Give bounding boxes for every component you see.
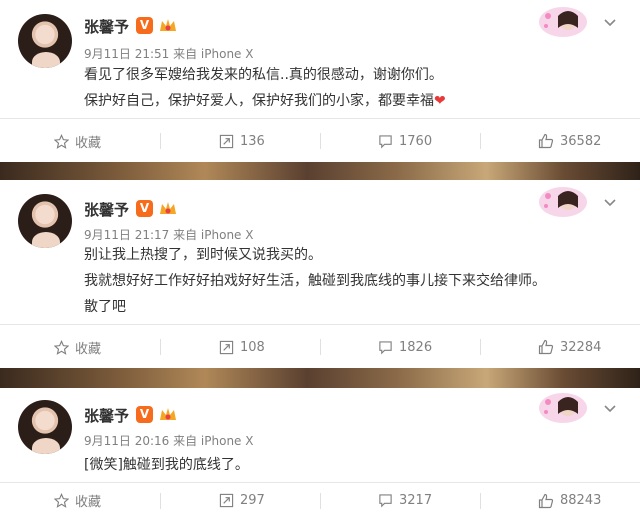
comment-icon <box>379 134 392 148</box>
collect-label: 收藏 <box>75 135 102 151</box>
divider <box>480 493 481 509</box>
post-line: 我就想好好工作好好拍戏好好生活，触碰到我底线的事儿接下来交给律师。 <box>84 273 546 289</box>
post-line: 别让我上热搜了，到时候又说我买的。 <box>84 247 322 263</box>
post-line: 保护好自己，保护好爱人，保护好我们的小家，都要幸福❤ <box>84 93 446 109</box>
comment-count: 1760 <box>399 133 433 149</box>
comment-icon <box>379 494 392 508</box>
decoration-avatar <box>539 7 587 37</box>
post-meta: 9月11日 21:51 来自 iPhone X <box>84 47 254 61</box>
avatar[interactable] <box>18 400 72 454</box>
like-icon <box>538 133 554 149</box>
post-3: 张馨予 V 9月11日 20:16 来自 iPhone X [微笑]触碰到我的底… <box>0 388 640 517</box>
action-bar: 收藏 136 1760 36582 <box>0 118 640 162</box>
comment-count: 3217 <box>399 493 433 508</box>
avatar[interactable] <box>18 14 72 68</box>
post-text: 看见了很多军嫂给我发来的私信..真的很感动，谢谢你们。 保护好自己，保护好爱人，… <box>84 62 446 114</box>
chevron-down-icon[interactable] <box>602 400 618 416</box>
divider <box>480 133 481 149</box>
crown-badge[interactable] <box>158 200 178 217</box>
post-meta: 9月11日 21:17 来自 iPhone X <box>84 228 254 242</box>
repost-count: 297 <box>240 493 265 508</box>
comment-button[interactable]: 3217 <box>378 483 432 517</box>
repost-button[interactable]: 297 <box>219 483 265 517</box>
repost-button[interactable]: 108 <box>219 325 265 369</box>
vip-badge[interactable]: V <box>136 406 153 423</box>
background-band <box>0 162 640 180</box>
like-icon <box>538 493 554 508</box>
comment-button[interactable]: 1760 <box>378 119 432 163</box>
divider <box>320 493 321 509</box>
collect-button[interactable]: 收藏 <box>54 325 101 369</box>
action-bar: 收藏 108 1826 32284 <box>0 324 640 368</box>
post-1: 张馨予 V 9月11日 21:51 来自 iPhone X 看见了很多军嫂给我发… <box>0 0 640 162</box>
divider <box>320 339 321 355</box>
like-count: 88243 <box>560 493 602 508</box>
like-count: 36582 <box>560 133 602 149</box>
divider <box>160 133 161 149</box>
repost-icon <box>219 493 234 508</box>
post-2: 张馨予 V 9月11日 21:17 来自 iPhone X 别让我上热搜了，到时… <box>0 180 640 368</box>
repost-icon <box>219 340 234 354</box>
collect-label: 收藏 <box>75 495 102 510</box>
crown-badge[interactable] <box>158 406 178 423</box>
post-line: [微笑]触碰到我的底线了。 <box>84 457 249 473</box>
comment-icon <box>379 340 392 354</box>
chevron-down-icon[interactable] <box>602 194 618 210</box>
post-meta: 9月11日 20:16 来自 iPhone X <box>84 434 254 448</box>
star-icon <box>54 493 69 508</box>
user-name[interactable]: 张馨予 <box>84 16 129 37</box>
collect-button[interactable]: 收藏 <box>54 119 101 163</box>
like-count: 32284 <box>560 339 602 355</box>
user-name[interactable]: 张馨予 <box>84 199 129 220</box>
heart-icon: ❤ <box>434 93 446 109</box>
vip-badge[interactable]: V <box>136 200 153 217</box>
like-icon <box>538 339 554 355</box>
star-icon <box>54 133 69 149</box>
background-band <box>0 368 640 388</box>
user-name[interactable]: 张馨予 <box>84 405 129 426</box>
crown-badge[interactable] <box>158 17 178 34</box>
like-button[interactable]: 88243 <box>538 483 601 517</box>
collect-label: 收藏 <box>75 341 102 357</box>
divider <box>160 493 161 509</box>
comment-count: 1826 <box>399 339 433 355</box>
repost-count: 136 <box>240 133 265 149</box>
post-text: [微笑]触碰到我的底线了。 <box>84 452 249 478</box>
like-button[interactable]: 36582 <box>538 119 601 163</box>
post-text: 别让我上热搜了，到时候又说我买的。 我就想好好工作好好拍戏好好生活，触碰到我底线… <box>84 242 546 320</box>
divider <box>480 339 481 355</box>
divider <box>160 339 161 355</box>
star-icon <box>54 339 69 355</box>
collect-button[interactable]: 收藏 <box>54 483 101 517</box>
repost-button[interactable]: 136 <box>219 119 265 163</box>
chevron-down-icon[interactable] <box>602 14 618 30</box>
avatar[interactable] <box>18 194 72 248</box>
post-line: 散了吧 <box>84 299 126 315</box>
decoration-avatar <box>539 187 587 217</box>
post-line: 看见了很多军嫂给我发来的私信..真的很感动，谢谢你们。 <box>84 67 443 83</box>
repost-count: 108 <box>240 339 265 355</box>
decoration-avatar <box>539 393 587 423</box>
action-bar: 收藏 297 3217 88243 <box>0 482 640 517</box>
comment-button[interactable]: 1826 <box>378 325 432 369</box>
repost-icon <box>219 134 234 148</box>
like-button[interactable]: 32284 <box>538 325 601 369</box>
vip-badge[interactable]: V <box>136 17 153 34</box>
divider <box>320 133 321 149</box>
